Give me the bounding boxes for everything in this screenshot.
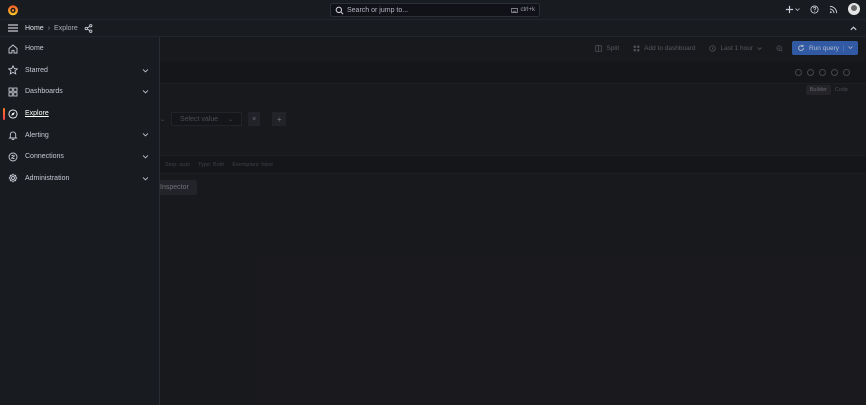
add-filter-button[interactable]: + bbox=[272, 112, 287, 126]
explore-toolbar: Split Add to dashboard Last 1 hour Run q… bbox=[590, 41, 858, 55]
mode-code-tab[interactable]: Code bbox=[831, 85, 852, 95]
nav-item-label: Connections bbox=[25, 153, 64, 161]
top-right-actions bbox=[785, 3, 860, 15]
chevron-down-icon bbox=[795, 7, 800, 11]
dashboards-icon bbox=[8, 87, 18, 97]
option-step: Step: auto bbox=[165, 161, 191, 168]
help-icon[interactable] bbox=[795, 69, 802, 76]
drag-handle-icon[interactable] bbox=[843, 69, 850, 76]
query-mode-toggle: Builder Code bbox=[805, 85, 852, 95]
run-query-button[interactable]: Run query bbox=[792, 41, 858, 55]
remove-filter-button[interactable]: × bbox=[248, 112, 261, 126]
eye-icon[interactable] bbox=[819, 69, 826, 76]
nav-item-dashboards[interactable]: Dashboards bbox=[0, 81, 159, 103]
nav-item-label: Explore bbox=[25, 110, 49, 118]
run-query-label: Run query bbox=[809, 44, 839, 52]
label-filter-row: ⌄ Select value ⌄ × + bbox=[160, 112, 287, 126]
top-navigation-bar: Search or jump to... ctrl+k bbox=[0, 0, 866, 20]
run-query-options-caret[interactable] bbox=[843, 44, 853, 52]
copy-icon[interactable] bbox=[807, 69, 814, 76]
bell-icon bbox=[8, 131, 18, 141]
chevron-down-icon[interactable] bbox=[142, 131, 149, 138]
chevron-down-icon: ⌄ bbox=[160, 116, 166, 123]
split-icon bbox=[595, 44, 603, 52]
time-range-picker[interactable]: Last 1 hour bbox=[704, 41, 767, 55]
mode-builder-tab[interactable]: Builder bbox=[805, 85, 831, 95]
query-options-row[interactable]: Step: auto Type: Both Exemplars: false bbox=[160, 155, 866, 174]
breadcrumb-home[interactable]: Home bbox=[25, 25, 44, 32]
trash-icon[interactable] bbox=[831, 69, 838, 76]
chevron-down-icon bbox=[757, 46, 762, 50]
nav-item-administration[interactable]: Administration bbox=[0, 168, 159, 190]
option-exemplars: Exemplars: false bbox=[232, 161, 274, 168]
chevron-down-icon[interactable] bbox=[142, 67, 149, 74]
breadcrumb-current: Explore bbox=[54, 24, 78, 32]
dashboard-add-icon bbox=[633, 45, 640, 51]
keyboard-shortcut-hint: ctrl+k bbox=[511, 7, 535, 13]
search-icon bbox=[335, 6, 344, 14]
nav-list: Home Starred Dashboards Explore Alerting bbox=[0, 37, 159, 189]
split-button[interactable]: Split bbox=[590, 41, 624, 55]
connections-icon bbox=[8, 152, 18, 162]
nav-item-label: Dashboards bbox=[25, 88, 63, 96]
nav-item-label: Home bbox=[25, 45, 44, 53]
hamburger-menu-icon[interactable] bbox=[7, 23, 19, 33]
nav-item-label: Administration bbox=[25, 174, 70, 182]
option-type: Type: Both bbox=[198, 161, 225, 168]
select-value-placeholder: Select value bbox=[180, 115, 219, 123]
grafana-explore-page: Split Add to dashboard Last 1 hour Run q… bbox=[0, 0, 866, 405]
user-avatar[interactable] bbox=[848, 3, 860, 15]
search-bar[interactable]: Search or jump to... ctrl+k bbox=[330, 3, 540, 17]
nav-item-connections[interactable]: Connections bbox=[0, 146, 159, 168]
select-value-dropdown[interactable]: Select value ⌄ bbox=[171, 112, 243, 126]
keyboard-icon bbox=[511, 7, 519, 13]
query-row-actions bbox=[795, 69, 850, 76]
time-range-label: Last 1 hour bbox=[720, 44, 753, 52]
add-to-dashboard-label: Add to dashboard bbox=[644, 44, 696, 52]
zoom-out-icon bbox=[776, 45, 783, 52]
news-feed-icon[interactable] bbox=[829, 5, 838, 14]
nav-item-starred[interactable]: Starred bbox=[0, 60, 159, 82]
new-menu-button[interactable] bbox=[785, 5, 800, 14]
help-icon[interactable] bbox=[810, 4, 819, 14]
cog-icon bbox=[8, 174, 18, 183]
chevron-down-icon: ⌄ bbox=[228, 116, 234, 123]
nav-item-home[interactable]: Home bbox=[0, 38, 159, 60]
inspector-label: Inspector bbox=[160, 184, 189, 191]
clock-icon bbox=[709, 44, 717, 52]
chevron-down-icon bbox=[848, 45, 853, 49]
grafana-logo-icon[interactable] bbox=[7, 4, 19, 16]
chevron-down-icon[interactable] bbox=[142, 88, 149, 95]
nav-item-label: Alerting bbox=[25, 131, 49, 139]
query-row-header bbox=[160, 62, 866, 84]
chevron-down-icon[interactable] bbox=[142, 153, 149, 160]
breadcrumb-bar: Home › Explore bbox=[0, 20, 866, 37]
shortcut-text: ctrl+k bbox=[520, 7, 535, 13]
refresh-icon bbox=[798, 44, 804, 51]
zoom-out-button[interactable] bbox=[771, 41, 788, 55]
add-to-dashboard-button[interactable]: Add to dashboard bbox=[628, 41, 700, 55]
plus-icon bbox=[785, 5, 794, 13]
nav-item-explore[interactable]: Explore bbox=[0, 103, 159, 125]
nav-item-alerting[interactable]: Alerting bbox=[0, 124, 159, 146]
split-label: Split bbox=[606, 44, 620, 52]
search-placeholder: Search or jump to... bbox=[347, 6, 409, 14]
nav-item-label: Starred bbox=[25, 66, 48, 74]
home-icon bbox=[8, 44, 18, 54]
star-icon bbox=[8, 65, 18, 76]
share-icon[interactable] bbox=[84, 23, 93, 33]
chevron-up-icon[interactable] bbox=[849, 24, 858, 33]
navigation-sidebar: Home Starred Dashboards Explore Alerting bbox=[0, 37, 160, 405]
chevron-down-icon[interactable] bbox=[142, 175, 149, 182]
breadcrumb-separator: › bbox=[47, 24, 51, 32]
compass-icon bbox=[8, 109, 18, 119]
